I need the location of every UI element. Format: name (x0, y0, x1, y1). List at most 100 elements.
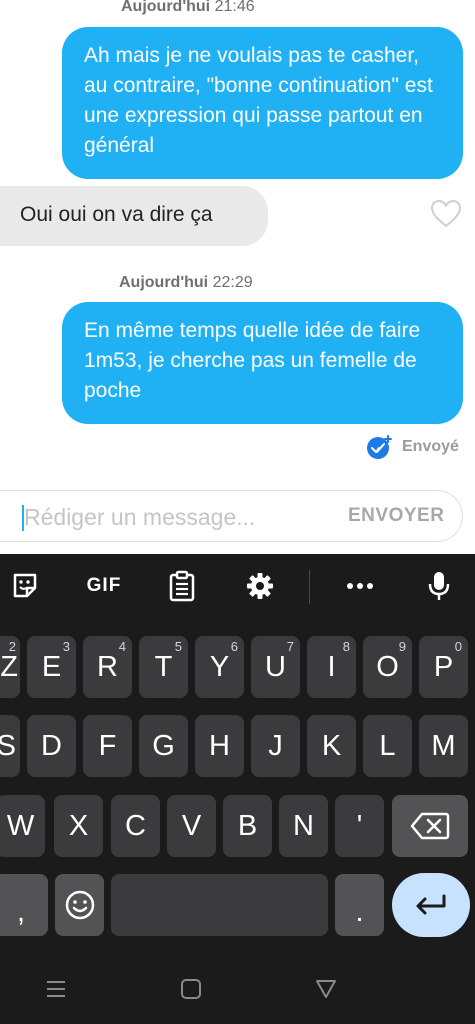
message-text: Ah mais je ne voulais pas te casher, au … (84, 44, 433, 157)
timestamp-1: Aujourd'hui 21:46 (121, 0, 255, 16)
emoji-key[interactable] (55, 874, 104, 936)
send-button[interactable]: ENVOYER (348, 505, 444, 527)
key-hint: 8 (342, 639, 350, 654)
key-hint: 3 (62, 639, 70, 654)
outgoing-message[interactable]: En même temps quelle idée de faire 1m53,… (62, 302, 463, 424)
key-label: C (125, 809, 146, 842)
key-z[interactable]: Z 2 (0, 636, 20, 698)
key-hint: 5 (174, 639, 182, 654)
key-h[interactable]: H (195, 715, 244, 777)
key-label: D (41, 729, 62, 762)
message-composer: ENVOYER (0, 490, 463, 542)
key-label: W (6, 809, 35, 842)
key-label: O (376, 650, 399, 683)
key-label: N (293, 809, 314, 842)
microphone-icon[interactable] (424, 568, 454, 604)
key-l[interactable]: L (363, 715, 412, 777)
outgoing-message[interactable]: Ah mais je ne voulais pas te casher, au … (62, 27, 463, 179)
gif-button[interactable]: GIF (82, 568, 126, 604)
key-i[interactable]: I8 (307, 636, 356, 698)
key-p[interactable]: P0 (419, 636, 468, 698)
key-label: K (321, 729, 342, 762)
key-e[interactable]: E3 (27, 636, 76, 698)
sent-status: Envoyé (366, 433, 459, 461)
key-label: E (41, 650, 62, 683)
key-hint: 7 (286, 639, 294, 654)
timestamp-2: Aujourd'hui 22:29 (119, 274, 253, 292)
key-label: I (327, 650, 336, 683)
key-m[interactable]: M (419, 715, 468, 777)
key-b[interactable]: B (223, 795, 272, 857)
key-label: T (154, 650, 173, 683)
space-key[interactable] (111, 874, 328, 936)
timestamp-day: Aujourd'hui (119, 274, 209, 291)
key-r[interactable]: R4 (83, 636, 132, 698)
key-apostrophe[interactable]: ' (335, 795, 384, 857)
key-d[interactable]: D (27, 715, 76, 777)
toolbar-divider (309, 570, 310, 604)
enter-icon (414, 893, 448, 917)
message-input[interactable] (24, 501, 324, 533)
key-label: . (355, 895, 364, 928)
message-text: En même temps quelle idée de faire 1m53,… (84, 319, 421, 402)
sticker-icon[interactable] (8, 568, 42, 604)
key-label: U (265, 650, 286, 683)
keyboard: G I F (0, 554, 475, 1024)
key-label: Z (0, 650, 18, 683)
key-v[interactable]: V (167, 795, 216, 857)
key-comma[interactable]: , (0, 874, 48, 936)
key-o[interactable]: O9 (363, 636, 412, 698)
sent-check-icon (366, 433, 394, 461)
key-hint: 6 (230, 639, 238, 654)
key-label: M (431, 729, 456, 762)
message-text: Oui oui on va dire ça (20, 203, 213, 226)
clipboard-icon[interactable] (166, 568, 198, 604)
key-x[interactable]: X (54, 795, 103, 857)
key-hint: 4 (118, 639, 126, 654)
home-icon[interactable] (180, 978, 202, 1005)
key-k[interactable]: K (307, 715, 356, 777)
key-label: V (181, 809, 202, 842)
timestamp-time: 21:46 (214, 0, 255, 15)
key-hint: 2 (8, 639, 16, 654)
backspace-icon (410, 812, 450, 840)
key-j[interactable]: J (251, 715, 300, 777)
backspace-key[interactable] (392, 795, 468, 857)
key-f[interactable]: F (83, 715, 132, 777)
key-label: H (209, 729, 230, 762)
gif-label: GIF (86, 575, 122, 596)
recent-apps-icon[interactable] (45, 978, 67, 1005)
timestamp-day: Aujourd'hui (121, 0, 211, 15)
incoming-message[interactable]: Oui oui on va dire ça (0, 186, 268, 246)
key-s[interactable]: S (0, 715, 20, 777)
key-label: X (68, 809, 89, 842)
like-heart-icon[interactable] (430, 199, 462, 229)
key-label: B (237, 809, 258, 842)
key-label: F (98, 729, 117, 762)
key-y[interactable]: Y6 (195, 636, 244, 698)
settings-gear-icon[interactable] (243, 568, 277, 604)
emoji-icon (64, 889, 96, 921)
sent-label: Envoyé (402, 438, 459, 455)
key-n[interactable]: N (279, 795, 328, 857)
chat-screen: { "messages": [ {"type": "timestamp", "d… (0, 0, 475, 1024)
enter-key[interactable] (392, 873, 470, 937)
key-label: R (97, 650, 118, 683)
key-c[interactable]: C (111, 795, 160, 857)
key-label: , (16, 895, 26, 928)
key-g[interactable]: G (139, 715, 188, 777)
key-label: G (152, 729, 175, 762)
key-period[interactable]: . (335, 874, 384, 936)
more-options-icon[interactable] (343, 568, 377, 604)
back-icon[interactable] (315, 978, 337, 1005)
key-label: S (0, 729, 16, 762)
key-hint: 9 (398, 639, 406, 654)
key-label: J (268, 729, 283, 762)
key-hint: 0 (454, 639, 462, 654)
key-label: L (379, 729, 396, 762)
key-label: P (433, 650, 454, 683)
key-label: Y (209, 650, 230, 683)
key-t[interactable]: T5 (139, 636, 188, 698)
key-w[interactable]: W (0, 795, 45, 857)
key-u[interactable]: U7 (251, 636, 300, 698)
